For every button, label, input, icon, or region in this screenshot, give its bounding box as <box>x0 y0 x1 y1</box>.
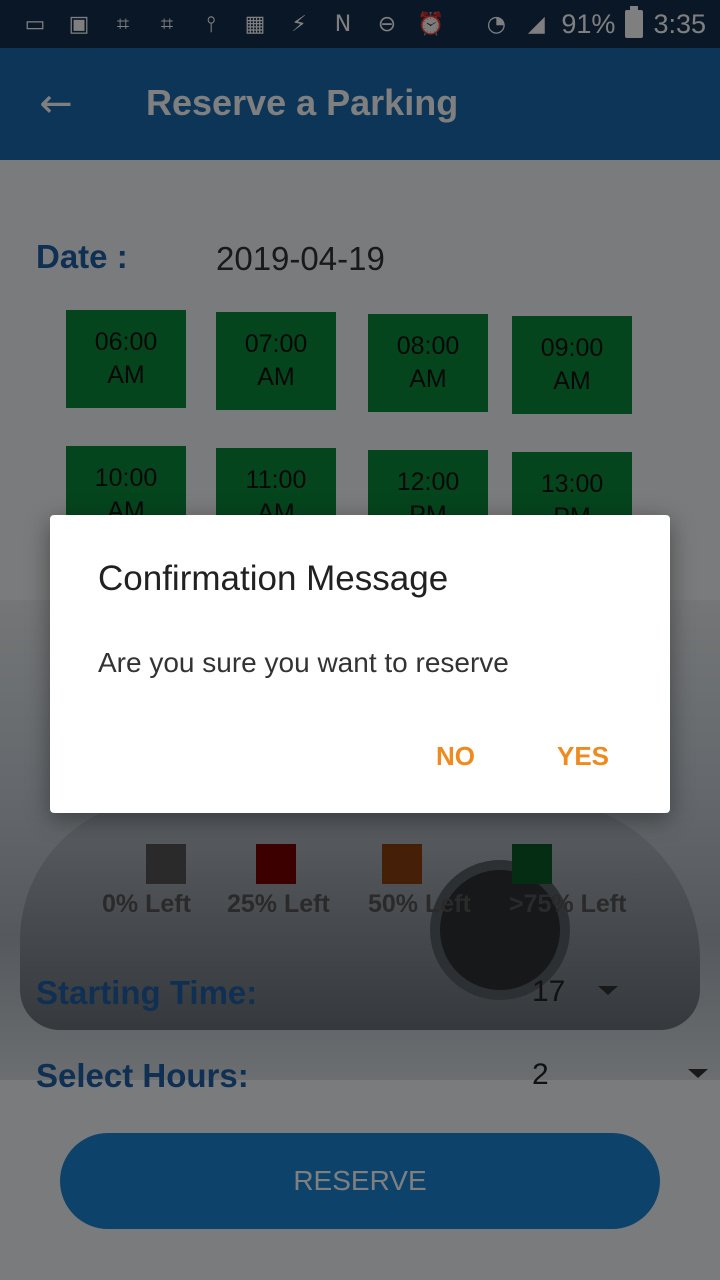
no-button[interactable]: NO <box>428 737 483 776</box>
yes-button[interactable]: YES <box>549 737 617 776</box>
dialog-title: Confirmation Message <box>98 559 449 598</box>
confirmation-dialog: Confirmation Message Are you sure you wa… <box>50 515 670 813</box>
dialog-message: Are you sure you want to reserve <box>98 647 509 678</box>
